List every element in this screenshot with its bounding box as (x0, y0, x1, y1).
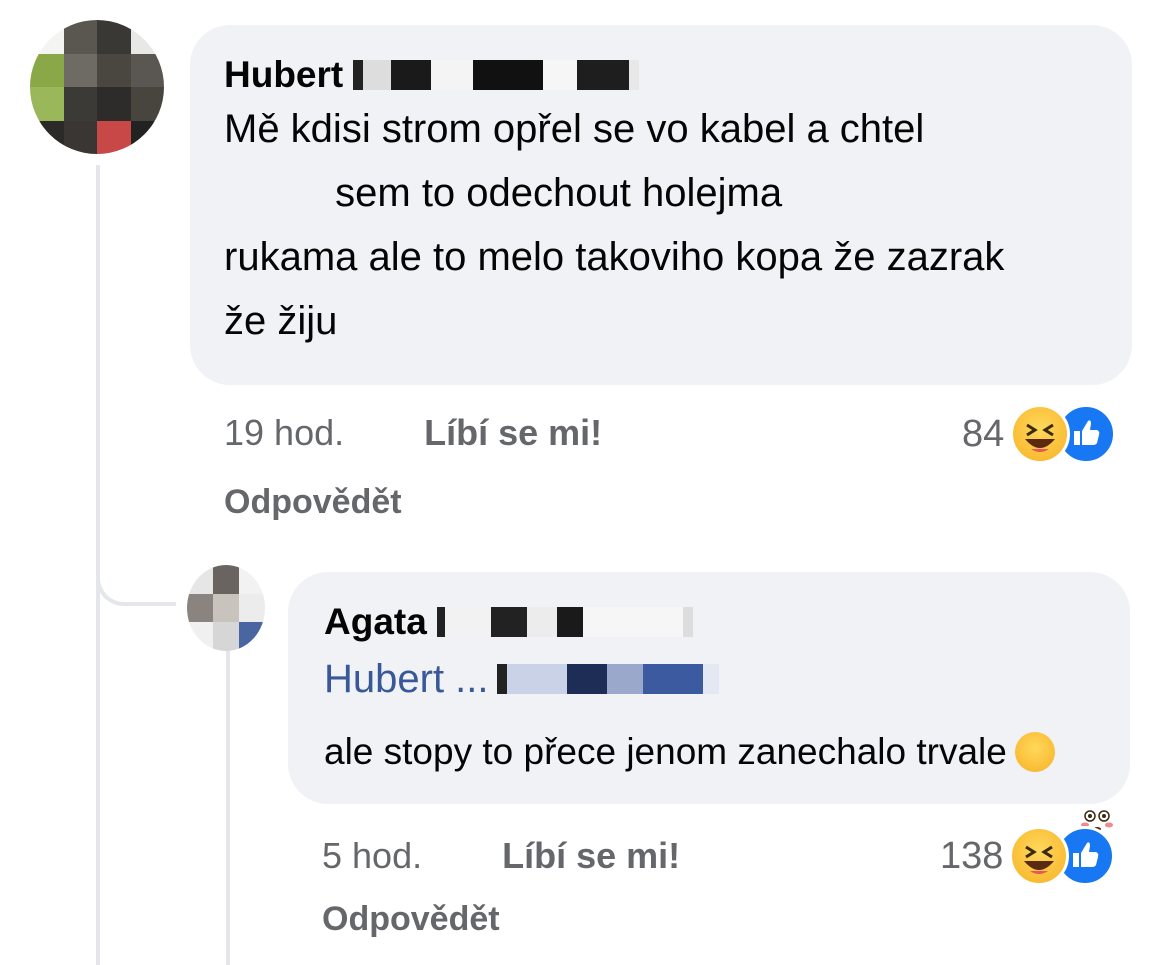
haha-emoji-icon (1009, 826, 1070, 886)
reply-text: ale stopy to přece jenom zanechalo trval… (324, 720, 1130, 831)
comment-author[interactable]: Hubert (224, 53, 1132, 97)
comment-meta: 19 hod. Líbí se mi! (224, 412, 602, 454)
like-button[interactable]: Líbí se mi! (424, 412, 602, 454)
mention-name[interactable]: Hubert ... (324, 652, 489, 706)
comment-text-line: Mě kdisi strom opřel se vo kabel a chtel (224, 107, 925, 151)
reply-author[interactable]: Agata (324, 600, 1130, 644)
censored-surname (436, 605, 693, 639)
author-name[interactable]: Hubert (224, 53, 343, 97)
avatar[interactable] (30, 20, 164, 154)
flushed-emoji-icon (1014, 732, 1113, 831)
comment-timestamp[interactable]: 19 hod. (224, 412, 344, 454)
censored-surname (496, 662, 719, 696)
comment-bubble: Hubert Mě kdisi strom opřel se vo kabel … (190, 25, 1132, 385)
author-name[interactable]: Agata (324, 600, 427, 644)
reply-timestamp[interactable]: 5 hod. (322, 835, 422, 877)
reply-button[interactable]: Odpovědět (322, 900, 500, 939)
avatar[interactable] (187, 565, 265, 651)
reaction-summary[interactable]: 138 (940, 826, 1116, 886)
reaction-count: 84 (962, 412, 1005, 455)
reply-text-content: ale stopy to přece jenom zanechalo trval… (324, 731, 1007, 772)
reply-button[interactable]: Odpovědět (224, 483, 402, 522)
haha-emoji-icon (1010, 404, 1071, 464)
reply-thread-line (226, 650, 230, 965)
mention-link[interactable]: Hubert ... (324, 652, 1130, 706)
reply-bubble: Agata Hubert ... ale stopy to přece jeno… (288, 572, 1130, 831)
comment-text-line: sem to odechout holejma (224, 171, 783, 215)
reaction-count: 138 (940, 834, 1004, 877)
comment-text-line: že žiju (224, 299, 338, 343)
comment-text-line: rukama ale to melo takoviho kopa že zazr… (224, 235, 1005, 279)
censored-surname (353, 58, 640, 92)
like-button[interactable]: Líbí se mi! (502, 835, 680, 877)
thread-line-branch (96, 540, 176, 606)
reply-meta: 5 hod. Líbí se mi! (322, 835, 680, 877)
reaction-summary[interactable]: 84 (962, 404, 1117, 464)
